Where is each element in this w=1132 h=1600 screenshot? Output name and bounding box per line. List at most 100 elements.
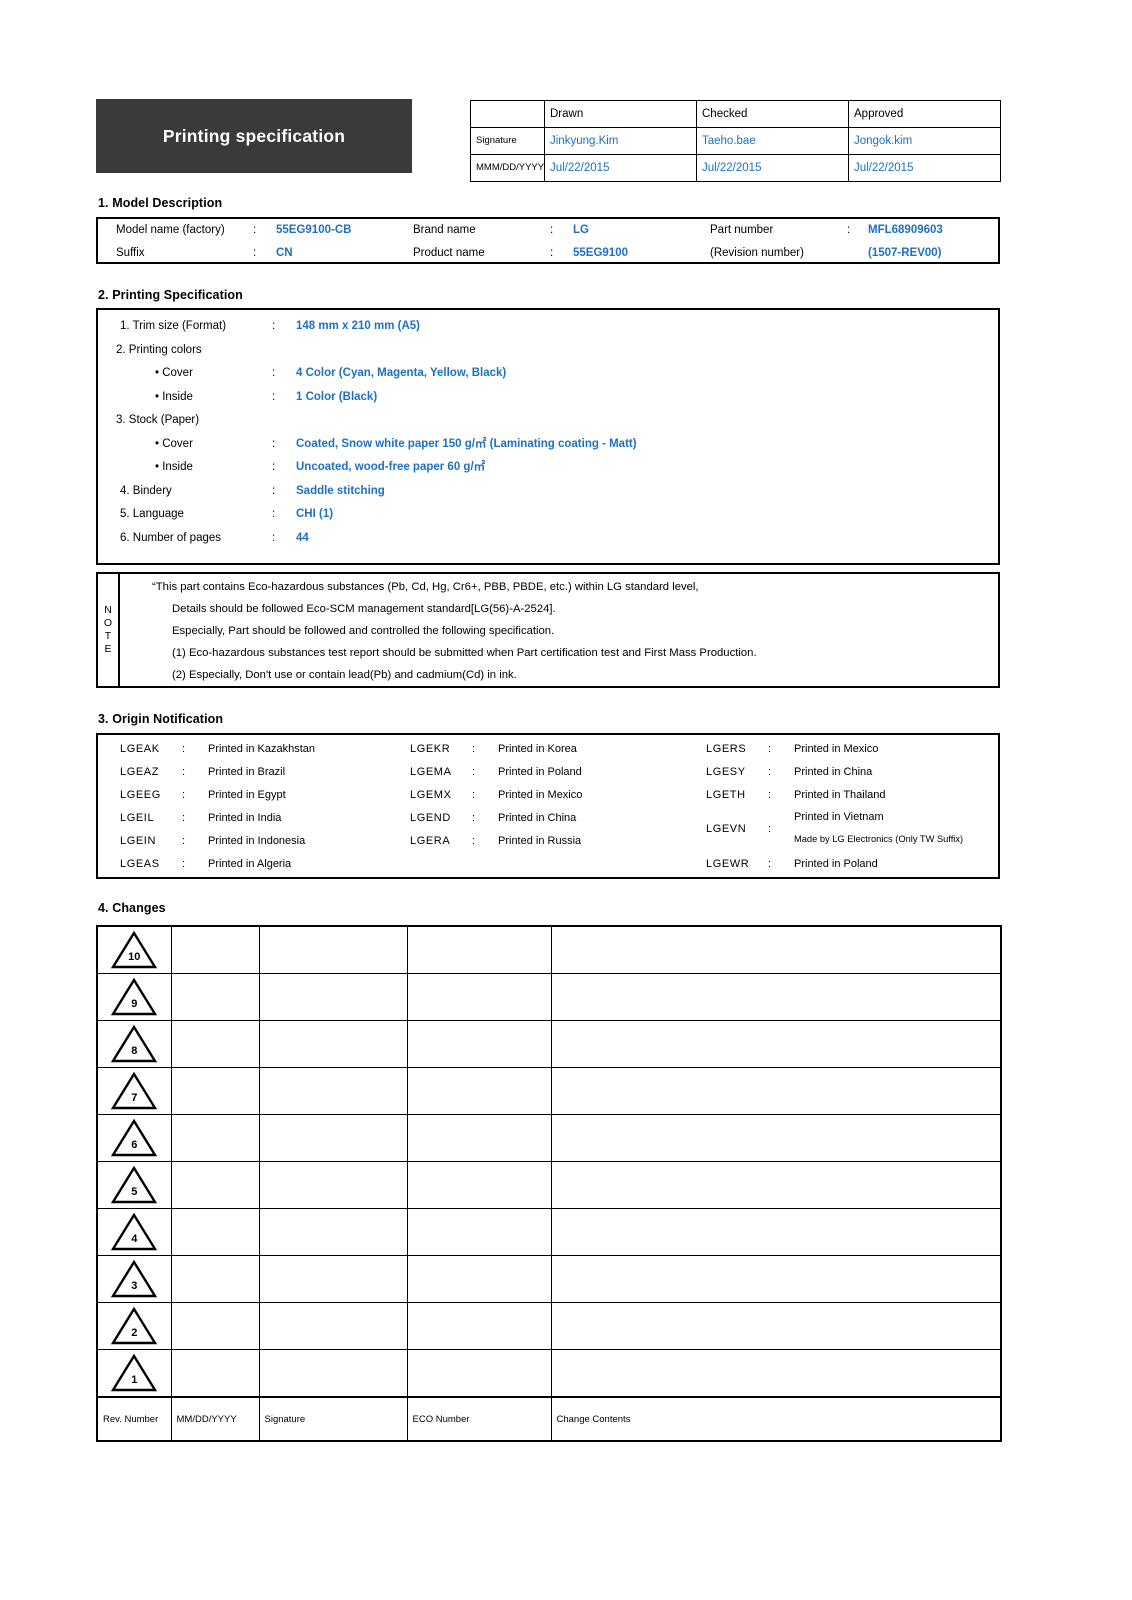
revision-triangle-icon: 10 [110, 930, 158, 970]
changes-cell-eco-number[interactable] [406, 973, 552, 1021]
origin-code-lgeaz: LGEAZ [120, 766, 160, 778]
origin-text-lgemx: Printed in Mexico [498, 789, 583, 801]
origin-text-lgema: Printed in Poland [498, 766, 582, 778]
origin-colon-lgeak: : [182, 743, 186, 755]
changes-cell-eco-number[interactable] [406, 1020, 552, 1068]
changes-cell-date[interactable] [170, 1255, 260, 1303]
changes-cell-signature[interactable] [258, 1114, 408, 1162]
section-heading-origin-notification: 3. Origin Notification [98, 712, 224, 726]
changes-cell-eco-number[interactable] [406, 1349, 552, 1398]
approval-row-label-signature: Signature [470, 127, 545, 155]
changes-cell-change-contents[interactable] [550, 1349, 1002, 1398]
changes-cell-eco-number[interactable] [406, 1067, 552, 1115]
revision-number-text: 7 [131, 1092, 138, 1104]
origin-colon-lgevn: : [768, 823, 772, 835]
date-approved: Jul/22/2015 [848, 154, 1001, 182]
changes-cell-date[interactable] [170, 973, 260, 1021]
origin-colon-lgeeg: : [182, 789, 186, 801]
changes-cell-rev-number[interactable]: 8 [96, 1020, 172, 1068]
origin-code-lgeak: LGEAK [120, 743, 160, 755]
table-row: 7 [96, 1067, 1002, 1115]
changes-cell-date[interactable] [170, 1161, 260, 1209]
origin-colon-lgend: : [472, 812, 476, 824]
origin-code-lgeil: LGEIL [120, 812, 155, 824]
stock-cover-value: Coated, Snow white paper 150 g/㎡ (Lamina… [296, 438, 637, 450]
spec-row-colors-cover: • Cover: 4 Color (Cyan, Magenta, Yellow, … [155, 366, 506, 380]
language-value: CHI (1) [296, 508, 334, 520]
changes-cell-change-contents[interactable] [550, 925, 1002, 974]
changes-cell-rev-number[interactable]: 2 [96, 1302, 172, 1350]
changes-cell-change-contents[interactable] [550, 1208, 1002, 1256]
changes-cell-change-contents[interactable] [550, 1161, 1002, 1209]
changes-cell-eco-number[interactable] [406, 925, 552, 974]
origin-text-lgers: Printed in Mexico [794, 743, 879, 755]
changes-cell-signature[interactable] [258, 1161, 408, 1209]
pages-label: 6. Number of pages [120, 532, 222, 544]
changes-cell-signature[interactable] [258, 973, 408, 1021]
changes-cell-rev-number[interactable]: 5 [96, 1161, 172, 1209]
changes-cell-rev-number[interactable]: 3 [96, 1255, 172, 1303]
changes-cell-eco-number[interactable] [406, 1302, 552, 1350]
changes-footer-change-contents: Change Contents [550, 1396, 1002, 1442]
changes-cell-date[interactable] [170, 1208, 260, 1256]
changes-cell-signature[interactable] [258, 1067, 408, 1115]
origin-text-lgeth: Printed in Thailand [794, 789, 886, 801]
pages-value: 44 [296, 532, 309, 544]
origin-colon-lgemx: : [472, 789, 476, 801]
changes-cell-change-contents[interactable] [550, 1255, 1002, 1303]
note-letter-t: T [104, 630, 112, 642]
changes-cell-rev-number[interactable]: 4 [96, 1208, 172, 1256]
changes-cell-signature[interactable] [258, 1020, 408, 1068]
approval-header-row: Drawn Checked Approved [470, 100, 1001, 128]
changes-cell-change-contents[interactable] [550, 1302, 1002, 1350]
brand-name-colon: : [550, 224, 554, 236]
changes-cell-rev-number[interactable]: 6 [96, 1114, 172, 1162]
colors-inside-colon: : [272, 391, 276, 403]
note-letter-o: O [103, 617, 113, 629]
origin-code-lgers: LGERS [706, 743, 747, 755]
table-row: 4 [96, 1208, 1002, 1256]
changes-cell-date[interactable] [170, 1302, 260, 1350]
date-drawn: Jul/22/2015 [544, 154, 697, 182]
stock-cover-label: • Cover [155, 438, 193, 450]
changes-cell-rev-number[interactable]: 10 [96, 925, 172, 974]
origin-code-lgeeg: LGEEG [120, 789, 161, 801]
changes-cell-rev-number[interactable]: 7 [96, 1067, 172, 1115]
colors-cover-label: • Cover [155, 367, 193, 379]
revision-triangle-icon: 1 [110, 1353, 158, 1393]
changes-cell-date[interactable] [170, 1349, 260, 1398]
origin-text-lgeak: Printed in Kazakhstan [208, 743, 316, 755]
changes-cell-eco-number[interactable] [406, 1208, 552, 1256]
changes-cell-signature[interactable] [258, 925, 408, 974]
changes-cell-signature[interactable] [258, 1255, 408, 1303]
changes-cell-rev-number[interactable]: 9 [96, 973, 172, 1021]
changes-cell-rev-number[interactable]: 1 [96, 1349, 172, 1398]
changes-cell-date[interactable] [170, 1067, 260, 1115]
changes-cell-change-contents[interactable] [550, 1020, 1002, 1068]
signature-approved: Jongok.kim [848, 127, 1001, 155]
changes-cell-change-contents[interactable] [550, 973, 1002, 1021]
changes-cell-date[interactable] [170, 925, 260, 974]
changes-cell-date[interactable] [170, 1114, 260, 1162]
changes-footer-date: MM/DD/YYYY [170, 1396, 260, 1442]
changes-cell-eco-number[interactable] [406, 1255, 552, 1303]
origin-colon-lgeas: : [182, 858, 186, 870]
date-checked: Jul/22/2015 [696, 154, 849, 182]
origin-text-lgeas: Printed in Algeria [208, 858, 292, 870]
revision-triangle-icon: 2 [110, 1306, 158, 1346]
part-number-label: Part number [710, 224, 774, 236]
changes-cell-change-contents[interactable] [550, 1114, 1002, 1162]
spec-row-stock-inside: • Inside: Uncoated, wood-free paper 60 g/… [155, 460, 485, 474]
origin-code-lgevn: LGEVN [706, 823, 747, 835]
printing-colors-label: 2. Printing colors [116, 344, 202, 356]
changes-cell-change-contents[interactable] [550, 1067, 1002, 1115]
changes-cell-eco-number[interactable] [406, 1161, 552, 1209]
approval-row-label-date: MMM/DD/YYYY [470, 154, 545, 182]
revision-number-text: 6 [131, 1139, 138, 1151]
colors-cover-value: 4 Color (Cyan, Magenta, Yellow, Black) [296, 367, 507, 379]
changes-cell-date[interactable] [170, 1020, 260, 1068]
changes-cell-signature[interactable] [258, 1302, 408, 1350]
changes-cell-signature[interactable] [258, 1349, 408, 1398]
changes-cell-signature[interactable] [258, 1208, 408, 1256]
changes-cell-eco-number[interactable] [406, 1114, 552, 1162]
